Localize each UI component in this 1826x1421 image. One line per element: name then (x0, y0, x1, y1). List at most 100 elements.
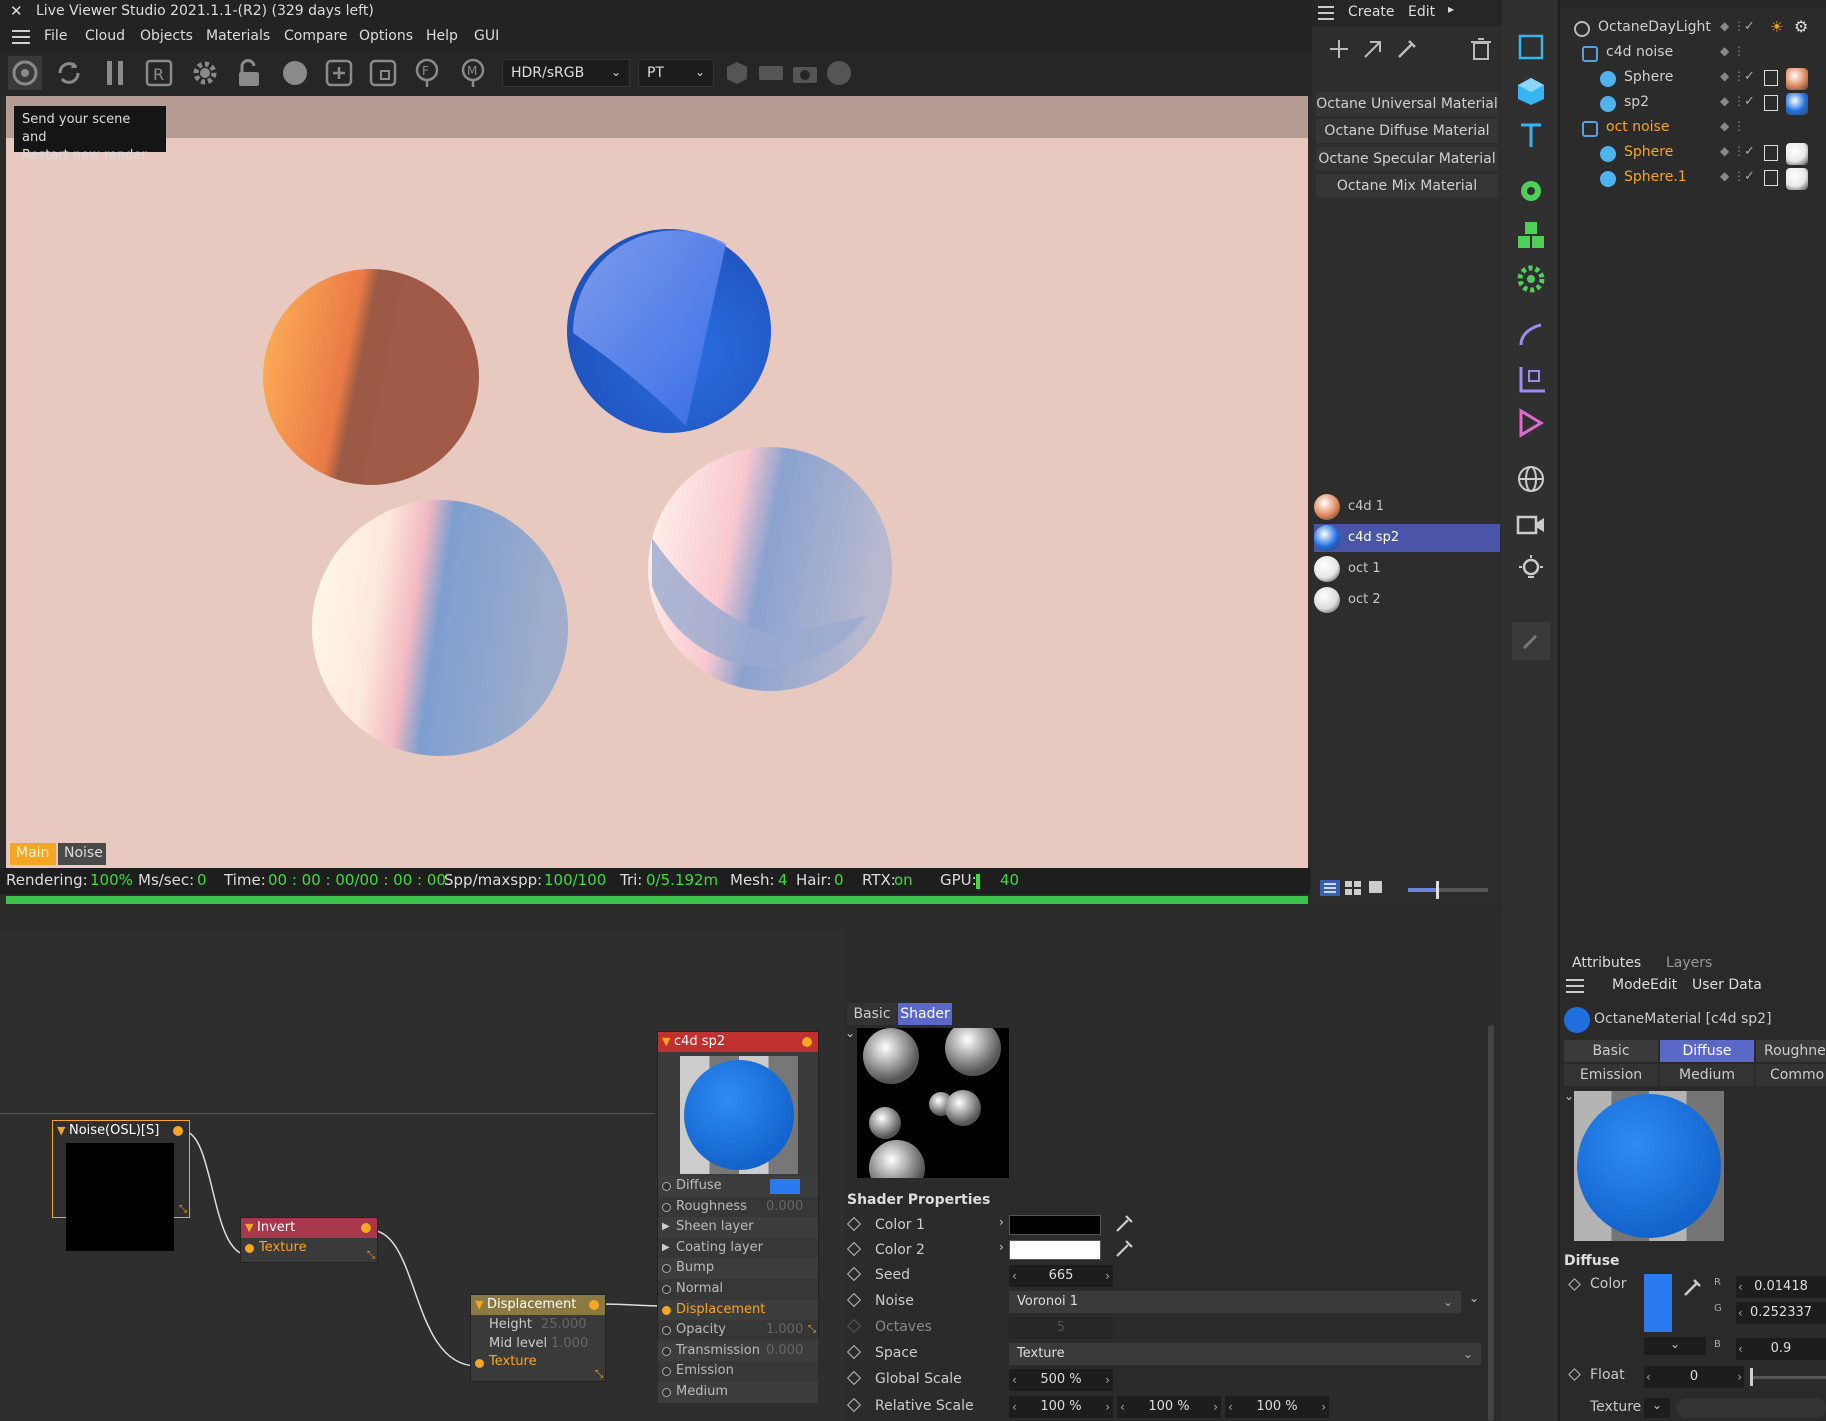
large-view-icon[interactable] (1366, 880, 1384, 896)
object-row[interactable]: Sphere ◆ ⋮ ✓ (1560, 67, 1826, 91)
eyedropper-icon[interactable] (1113, 1211, 1137, 1235)
create-mix-material-button[interactable]: Octane Mix Material (1316, 174, 1498, 198)
material-node[interactable]: ▼ c4d sp2 Diffuse Roughness 0.000 ▶ Sheen lay… (657, 1031, 819, 1403)
generator-icon[interactable] (1512, 172, 1550, 210)
chevron-right-icon[interactable]: › (1105, 1265, 1110, 1287)
cube-icon[interactable] (1512, 72, 1550, 110)
material-item[interactable]: c4d 1 (1314, 493, 1500, 521)
expand-icon[interactable]: ⤡ (179, 1204, 187, 1215)
displacement-node-header[interactable]: ▼ Displacement (471, 1295, 605, 1315)
material-port[interactable]: Opacity 1.000 (658, 1320, 818, 1341)
chevron-left-icon[interactable]: ‹ (1012, 1265, 1017, 1287)
eyedropper-icon[interactable] (1113, 1236, 1137, 1260)
material-port[interactable]: ▶ Sheen layer (658, 1217, 818, 1238)
menu-file[interactable]: File (44, 28, 67, 44)
tab-shader[interactable]: Shader (898, 1003, 952, 1025)
tab-medium[interactable]: Medium (1660, 1064, 1754, 1086)
shader-scrollbar[interactable] (1488, 1025, 1494, 1421)
object-row[interactable]: sp2 ◆ ⋮ ✓ (1560, 92, 1826, 116)
chevron-down-icon[interactable]: ⌄ (845, 1026, 855, 1040)
select-rectangle-icon[interactable] (1512, 28, 1550, 66)
arrow-icon[interactable] (1358, 34, 1388, 64)
output-port[interactable] (802, 1037, 812, 1047)
output-port[interactable] (361, 1223, 371, 1233)
eyedropper-icon[interactable] (1392, 34, 1422, 64)
environment-globe-icon[interactable] (1512, 460, 1550, 498)
region-render-icon[interactable]: R (142, 56, 176, 90)
diffuse-color-swatch[interactable] (1644, 1274, 1672, 1332)
displacement-node[interactable]: ▼ Displacement Height 25.000 Mid level 1.00… (470, 1294, 606, 1382)
keyframe-icon[interactable] (1568, 1278, 1581, 1291)
material-port[interactable]: Diffuse (658, 1176, 818, 1197)
object-row[interactable]: c4d noise ◆ ⋮ (1560, 42, 1826, 66)
field-icon[interactable] (1512, 404, 1550, 442)
node-editor[interactable]: ▼ Noise(OSL)[S] ⤡ ▼ Invert Texture ⤡ ▼ Disp… (0, 930, 845, 1421)
bend-deformer-icon[interactable] (1512, 360, 1550, 398)
input-port[interactable] (662, 1305, 671, 1315)
text-icon[interactable] (1512, 116, 1550, 154)
preview-size-slider[interactable] (1408, 881, 1488, 899)
input-port[interactable] (662, 1202, 671, 1212)
material-port[interactable]: Displacement (658, 1299, 818, 1321)
color-mode-select[interactable]: ⌄ (1644, 1337, 1706, 1355)
relative-scale-z-field[interactable]: ‹ 100 % › (1225, 1396, 1329, 1418)
keyframe-icon[interactable] (1568, 1368, 1581, 1381)
sun-tag-icon[interactable]: ☀ (1770, 18, 1783, 36)
mid-level-param[interactable]: Mid level 1.000 (471, 1335, 605, 1353)
float-value-field[interactable]: ‹ 0 › (1644, 1366, 1744, 1388)
expand-icon[interactable]: ⤡ (367, 1250, 375, 1261)
tab-diffuse[interactable]: Diffuse (1660, 1040, 1754, 1062)
chevron-right-icon[interactable]: › (1105, 1396, 1110, 1418)
enabled-check-icon[interactable]: ✓ (1744, 144, 1755, 159)
add-frame-icon[interactable] (322, 56, 356, 90)
material-tag-icon[interactable] (1786, 93, 1808, 115)
material-tag-icon[interactable] (1786, 68, 1808, 90)
chevron-right-icon[interactable]: › (999, 1215, 1004, 1229)
menu-cloud[interactable]: Cloud (85, 28, 125, 44)
float-slider[interactable] (1750, 1368, 1826, 1386)
material-tag-icon[interactable] (1786, 143, 1808, 165)
noise-node[interactable]: ▼ Noise(OSL)[S] ⤡ (52, 1120, 190, 1251)
keyframe-icon[interactable] (846, 1266, 862, 1282)
material-item[interactable]: c4d sp2 (1314, 524, 1500, 552)
kernel-select[interactable]: PT ⌄ (638, 59, 714, 87)
material-port[interactable]: Bump (658, 1258, 818, 1279)
color-space-select[interactable]: HDR/sRGB ⌄ (502, 59, 630, 87)
hamburger-icon[interactable] (1566, 979, 1584, 993)
menu-materials[interactable]: Materials (206, 28, 270, 44)
output-port[interactable] (173, 1126, 183, 1136)
material-port[interactable]: Emission (658, 1361, 818, 1382)
tab-basic[interactable]: Basic (847, 1003, 897, 1025)
visibility-dots-icon[interactable]: ◆ ⋮ (1720, 94, 1745, 108)
menu-edit[interactable]: Edit (1650, 977, 1677, 993)
chevron-left-icon[interactable]: ‹ (1012, 1396, 1017, 1418)
aperture-icon[interactable] (8, 56, 42, 90)
camera-icon[interactable] (788, 56, 822, 90)
input-port[interactable] (662, 1387, 671, 1397)
restart-icon[interactable] (52, 56, 86, 90)
material-port[interactable]: Normal (658, 1278, 818, 1300)
add-icon[interactable] (1324, 34, 1354, 64)
chevron-right-icon[interactable]: › (1213, 1396, 1218, 1418)
chevron-right-icon[interactable]: › (1105, 1369, 1110, 1391)
visibility-dots-icon[interactable]: ◆ ⋮ (1720, 69, 1745, 83)
hexagon-icon[interactable] (720, 56, 754, 90)
expand-triangle-icon[interactable]: ▶ (662, 1217, 670, 1237)
chevron-left-icon[interactable]: ‹ (1120, 1396, 1125, 1418)
chevron-left-icon[interactable]: ‹ (1738, 1276, 1743, 1298)
frame-icon[interactable] (366, 56, 400, 90)
input-port[interactable] (245, 1244, 254, 1253)
chevron-left-icon[interactable]: ‹ (1228, 1396, 1233, 1418)
menu-edit[interactable]: Edit (1408, 4, 1435, 20)
texture-tag-icon[interactable] (1764, 95, 1778, 111)
expand-icon[interactable]: ⤡ (595, 1369, 603, 1380)
settings-gear-icon[interactable] (188, 56, 222, 90)
close-icon[interactable]: ✕ (10, 2, 23, 20)
enabled-check-icon[interactable]: ✓ (1744, 69, 1755, 84)
cloner-icon[interactable] (1512, 216, 1550, 254)
material-ball-icon[interactable] (278, 56, 312, 90)
menu-objects[interactable]: Objects (140, 28, 193, 44)
texture-tag-icon[interactable] (1764, 145, 1778, 161)
expand-triangle-icon[interactable]: ▶ (662, 1238, 670, 1258)
light-bulb-icon[interactable] (1512, 550, 1550, 588)
